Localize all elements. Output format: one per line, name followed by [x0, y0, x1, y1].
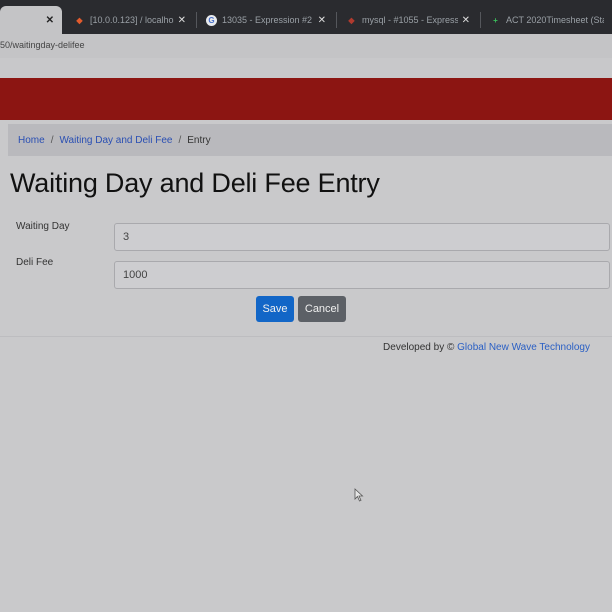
address-bar[interactable]: 50/waitingday-delifee [0, 34, 612, 58]
breadcrumb-separator: / [178, 134, 182, 146]
footer-prefix: Developed by © [383, 342, 455, 353]
breadcrumb-section-link[interactable]: Waiting Day and Deli Fee [59, 135, 172, 146]
mysql-icon: ◆ [348, 15, 355, 25]
url-text: 50/waitingday-delifee [0, 40, 85, 50]
waiting-day-input[interactable] [114, 223, 610, 251]
browser-tab-google[interactable]: G 13035 - Expression #2 of SE ✕ [198, 6, 334, 34]
close-icon[interactable]: ✕ [318, 15, 326, 26]
close-icon[interactable]: ✕ [178, 15, 186, 26]
tab-separator [480, 12, 481, 28]
tab-title: 13035 - Expression #2 of SE [222, 15, 314, 25]
breadcrumb-home-link[interactable]: Home [18, 135, 45, 146]
phpmyadmin-icon: ◆ [76, 15, 83, 25]
tab-title: ACT 2020Timesheet (Staff [506, 15, 604, 25]
timesheet-icon: + [493, 15, 498, 25]
tab-separator [196, 12, 197, 28]
google-icon: G [206, 14, 217, 26]
breadcrumb: Home / Waiting Day and Deli Fee / Entry [8, 124, 612, 156]
bookmarks-bar [0, 58, 612, 78]
close-icon[interactable]: ✕ [46, 15, 54, 26]
browser-tab-active[interactable]: ✕ [0, 6, 62, 34]
deli-fee-label: Deli Fee [16, 257, 54, 268]
tab-separator [336, 12, 337, 28]
deli-fee-input[interactable] [114, 261, 610, 289]
tab-title: [10.0.0.123] / localhost [90, 15, 174, 25]
browser-tab-phpmyadmin[interactable]: ◆ [10.0.0.123] / localhost ✕ [66, 6, 194, 34]
breadcrumb-separator: / [50, 134, 54, 146]
tab-title: mysql - #1055 - Expression [362, 15, 458, 25]
save-button[interactable]: Save [256, 296, 294, 322]
footer: Developed by © Global New Wave Technolog… [383, 342, 590, 353]
page-title: Waiting Day and Deli Fee Entry [10, 168, 380, 198]
browser-tab-mysql[interactable]: ◆ mysql - #1055 - Expression ✕ [338, 6, 478, 34]
cancel-button[interactable]: Cancel [298, 296, 346, 322]
footer-company-link[interactable]: Global New Wave Technology [457, 342, 590, 353]
mouse-cursor-icon [354, 488, 364, 502]
close-icon[interactable]: ✕ [462, 15, 470, 26]
waiting-day-label: Waiting Day [16, 221, 70, 232]
browser-tab-strip: ✕ ◆ [10.0.0.123] / localhost ✕ G 13035 -… [0, 0, 612, 34]
app-header-bar [0, 78, 612, 120]
browser-tab-timesheet[interactable]: + ACT 2020Timesheet (Staff [482, 6, 612, 34]
footer-divider [0, 336, 612, 337]
breadcrumb-current: Entry [187, 134, 211, 146]
